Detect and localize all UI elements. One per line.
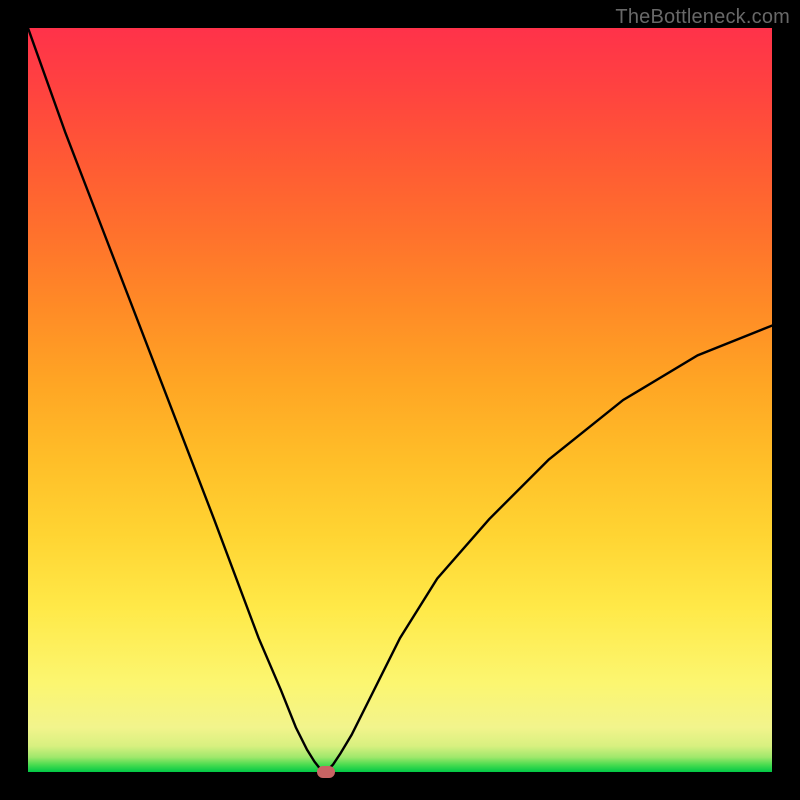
chart-frame: TheBottleneck.com <box>0 0 800 800</box>
plot-area <box>28 28 772 772</box>
min-point-marker <box>317 766 335 778</box>
bottleneck-curve <box>28 28 772 772</box>
watermark-text: TheBottleneck.com <box>615 6 790 29</box>
